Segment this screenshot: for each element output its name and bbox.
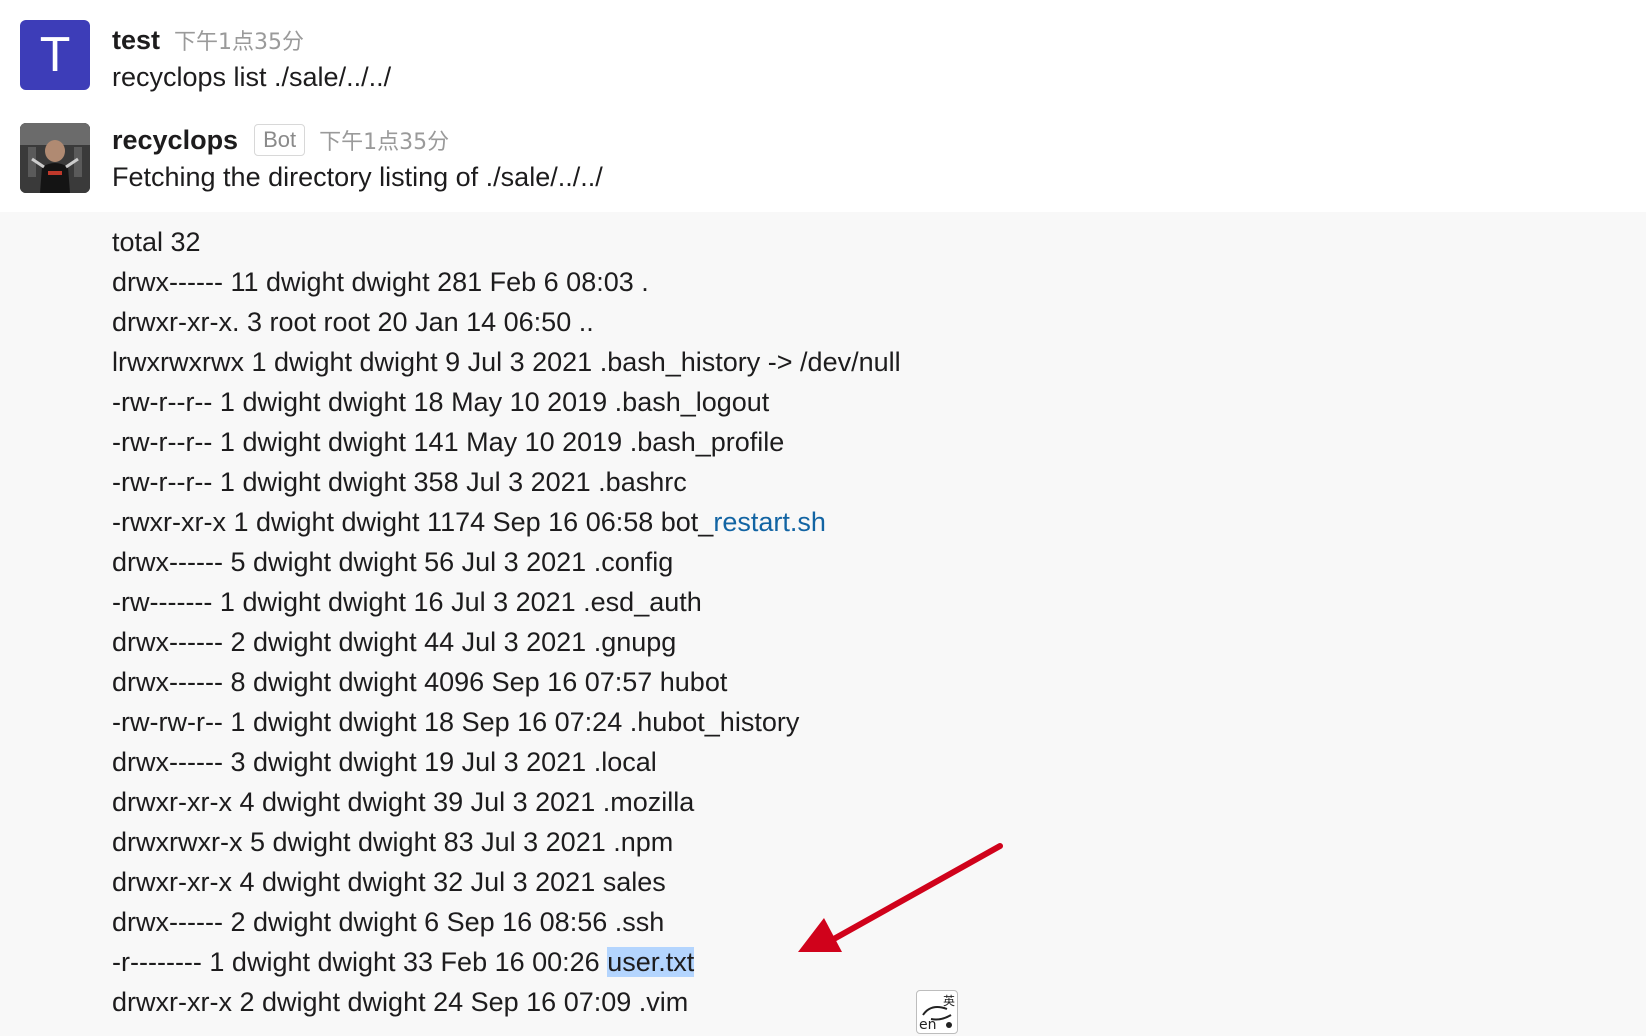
listing-line-with-link: -rwxr-xr-x 1 dwight dwight 1174 Sep 16 0… [112, 502, 901, 542]
listing-line-prefix: -rwxr-xr-x 1 dwight dwight 1174 Sep 16 0… [112, 507, 714, 537]
listing-line: -rw------- 1 dwight dwight 16 Jul 3 2021… [112, 587, 702, 617]
listing-line: drwx------ 8 dwight dwight 4096 Sep 16 0… [112, 667, 728, 697]
listing-line: drwxr-xr-x 2 dwight dwight 24 Sep 16 07:… [112, 987, 689, 1017]
listing-line: drwxr-xr-x 4 dwight dwight 32 Jul 3 2021… [112, 867, 666, 897]
listing-line: drwxr-xr-x. 3 root root 20 Jan 14 06:50 … [112, 307, 594, 337]
username-recyclops[interactable]: recyclops [112, 125, 238, 156]
restart-sh-link[interactable]: restart.sh [713, 507, 826, 537]
listing-line: drwxr-xr-x 4 dwight dwight 39 Jul 3 2021… [112, 787, 695, 817]
listing-line: drwx------ 11 dwight dwight 281 Feb 6 08… [112, 267, 649, 297]
listing-line: -rw-r--r-- 1 dwight dwight 141 May 10 20… [112, 427, 785, 457]
username-test[interactable]: test [112, 25, 160, 56]
message-text: recyclops list ./sale/../../ [112, 62, 392, 92]
listing-line: lrwxrwxrwx 1 dwight dwight 9 Jul 3 2021 … [112, 347, 901, 377]
ime-indicator[interactable]: 英 en [916, 990, 958, 1034]
chat-window: T test 下午1点35分 recyclops list ./sale/../… [0, 0, 1646, 1036]
user-txt-selection[interactable]: user.txt [607, 947, 695, 977]
listing-line: drwx------ 5 dwight dwight 56 Jul 3 2021… [112, 547, 674, 577]
listing-line: -rw-r--r-- 1 dwight dwight 18 May 10 201… [112, 387, 770, 417]
message-header: recyclops Bot 下午1点35分 [112, 122, 449, 158]
message-header: test 下午1点35分 [112, 22, 304, 58]
listing-line: drwx------ 2 dwight dwight 6 Sep 16 08:5… [112, 907, 665, 937]
listing-line: total 32 [112, 227, 201, 257]
avatar-photo-icon [20, 123, 90, 193]
listing-line: -rw-r--r-- 1 dwight dwight 358 Jul 3 202… [112, 467, 687, 497]
avatar-recyclops[interactable] [20, 123, 90, 193]
bot-badge: Bot [254, 124, 306, 156]
listing-line-selected: -r-------- 1 dwight dwight 33 Feb 16 00:… [112, 942, 901, 982]
input-method-icon: 英 en [919, 994, 955, 1033]
avatar-test[interactable]: T [20, 20, 90, 90]
message-timestamp[interactable]: 下午1点35分 [174, 24, 304, 56]
red-arrow-annotation [798, 843, 1003, 952]
listing-line: -rw-rw-r-- 1 dwight dwight 18 Sep 16 07:… [112, 707, 800, 737]
ime-top-label: 英 [943, 994, 955, 1008]
message-timestamp[interactable]: 下午1点35分 [319, 124, 449, 156]
message-text: Fetching the directory listing of ./sale… [112, 162, 603, 192]
message-recyclops: recyclops Bot 下午1点35分 Fetching the direc… [0, 110, 1646, 212]
listing-line-prefix: -r-------- 1 dwight dwight 33 Feb 16 00:… [112, 947, 608, 977]
listing-line: drwxrwxr-x 5 dwight dwight 83 Jul 3 2021… [112, 827, 674, 857]
listing-line: drwx------ 3 dwight dwight 19 Jul 3 2021… [112, 747, 657, 777]
directory-listing: total 32 drwx------ 11 dwight dwight 281… [112, 222, 901, 1022]
message-test: T test 下午1点35分 recyclops list ./sale/../… [0, 0, 1646, 110]
listing-line: drwx------ 2 dwight dwight 44 Jul 3 2021… [112, 627, 677, 657]
